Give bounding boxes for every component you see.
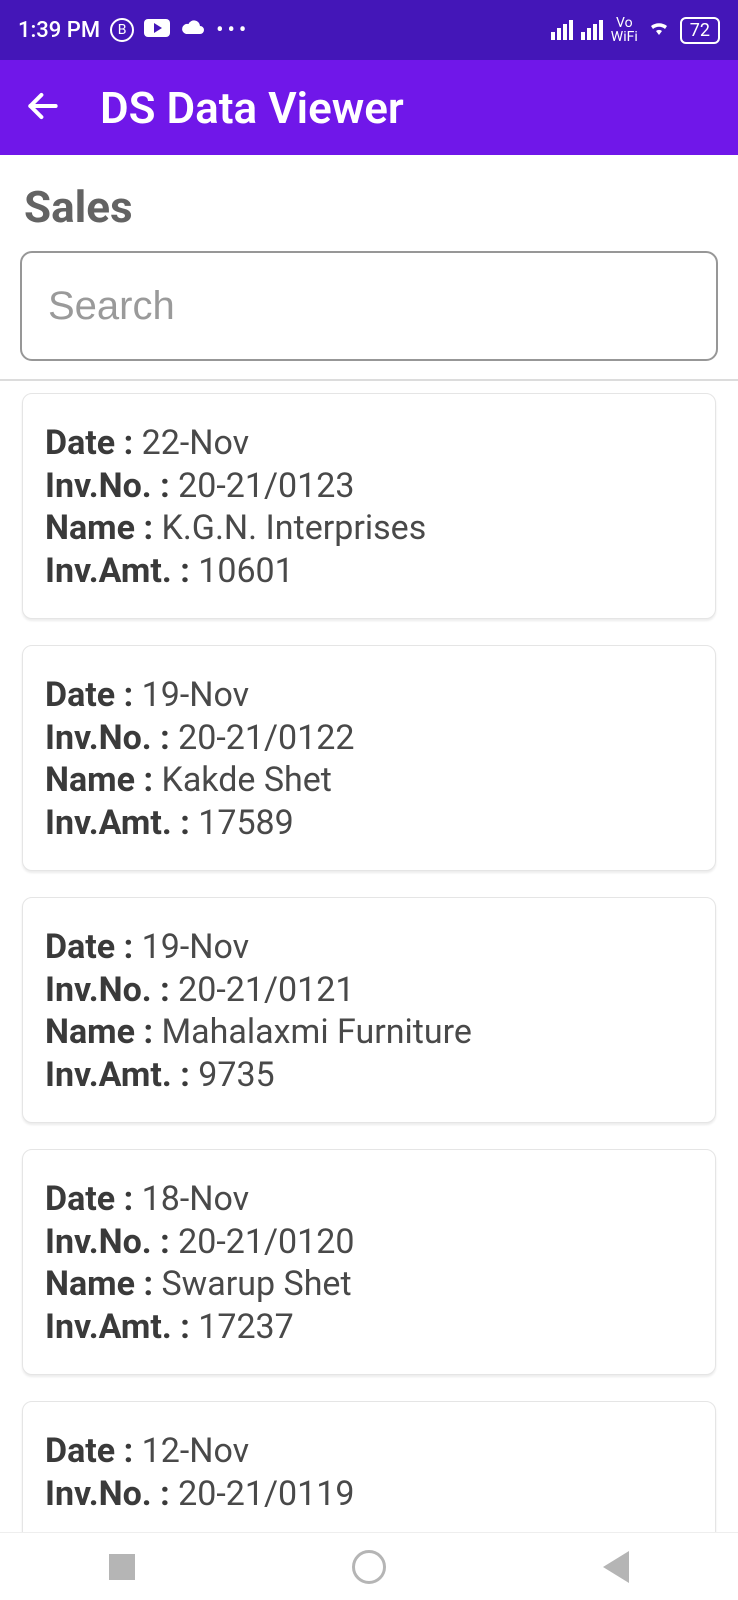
divider xyxy=(0,379,738,381)
badge-icon: B xyxy=(110,18,134,42)
search-input[interactable] xyxy=(20,251,718,361)
card-label: Name : xyxy=(45,508,161,548)
card-value: 20-21/0119 xyxy=(178,1474,354,1514)
page-title: Sales xyxy=(0,155,738,251)
card-label: Inv.Amt. : xyxy=(45,551,198,591)
status-right-cluster: Vo WiFi 72 xyxy=(551,16,720,44)
card-label: Inv.No. : xyxy=(45,1474,178,1514)
card-label: Date : xyxy=(45,1431,142,1471)
nav-bar xyxy=(0,1532,738,1600)
card-row-name: Name : Kakde Shet xyxy=(45,759,693,802)
card-label: Date : xyxy=(45,1179,142,1219)
card-row-date: Date : 18-Nov xyxy=(45,1178,693,1221)
card-row-invno: Inv.No. : 20-21/0122 xyxy=(45,717,693,760)
card-row-date: Date : 19-Nov xyxy=(45,926,693,969)
card-value: 19-Nov xyxy=(142,675,249,715)
card-row-name: Name : Mahalaxmi Furniture xyxy=(45,1011,693,1054)
card-value: 9735 xyxy=(198,1055,274,1095)
card-row-date: Date : 12-Nov xyxy=(45,1430,693,1473)
vowifi-icon: Vo WiFi xyxy=(611,16,638,44)
card-label: Inv.Amt. : xyxy=(45,1307,198,1347)
card-label: Inv.No. : xyxy=(45,718,178,758)
card-row-invamt: Inv.Amt. : 10601 xyxy=(45,550,693,593)
back-arrow-icon[interactable] xyxy=(24,87,62,129)
card-label: Inv.No. : xyxy=(45,466,178,506)
card-label: Date : xyxy=(45,675,142,715)
card-value: 12-Nov xyxy=(142,1431,249,1471)
sales-card[interactable]: Date : 12-NovInv.No. : 20-21/0119 xyxy=(22,1401,716,1542)
card-label: Inv.Amt. : xyxy=(45,803,198,843)
card-label: Date : xyxy=(45,927,142,967)
card-value: 18-Nov xyxy=(142,1179,249,1219)
card-row-invamt: Inv.Amt. : 17589 xyxy=(45,802,693,845)
card-label: Name : xyxy=(45,760,161,800)
card-value: 20-21/0120 xyxy=(178,1222,354,1262)
card-label: Name : xyxy=(45,1012,161,1052)
sales-card[interactable]: Date : 22-NovInv.No. : 20-21/0123Name : … xyxy=(22,393,716,619)
card-value: 20-21/0123 xyxy=(178,466,354,506)
nav-recent-icon[interactable] xyxy=(109,1554,135,1580)
card-row-invamt: Inv.Amt. : 17237 xyxy=(45,1306,693,1349)
card-row-name: Name : K.G.N. Interprises xyxy=(45,507,693,550)
card-value: 19-Nov xyxy=(142,927,249,967)
sales-card[interactable]: Date : 18-NovInv.No. : 20-21/0120Name : … xyxy=(22,1149,716,1375)
card-value: 20-21/0122 xyxy=(178,718,354,758)
card-value: Mahalaxmi Furniture xyxy=(161,1012,471,1052)
card-value: 22-Nov xyxy=(142,423,249,463)
nav-back-icon[interactable] xyxy=(603,1551,629,1583)
card-value: 17237 xyxy=(198,1307,294,1347)
wifi-icon xyxy=(646,17,672,43)
nav-home-icon[interactable] xyxy=(352,1550,386,1584)
app-title: DS Data Viewer xyxy=(100,82,404,134)
card-value: Kakde Shet xyxy=(161,760,331,800)
cloud-icon xyxy=(180,17,206,43)
battery-icon: 72 xyxy=(680,17,720,44)
app-bar: DS Data Viewer xyxy=(0,60,738,155)
card-row-invno: Inv.No. : 20-21/0121 xyxy=(45,969,693,1012)
card-row-invamt: Inv.Amt. : 9735 xyxy=(45,1054,693,1097)
signal-icon xyxy=(551,20,573,40)
card-value: 10601 xyxy=(198,551,294,591)
card-row-invno: Inv.No. : 20-21/0119 xyxy=(45,1473,693,1516)
signal-icon-2 xyxy=(581,20,603,40)
status-left-cluster: 1:39 PM B ••• xyxy=(18,17,250,43)
status-time: 1:39 PM xyxy=(18,18,100,43)
sales-list: Date : 22-NovInv.No. : 20-21/0123Name : … xyxy=(0,393,738,1542)
card-row-invno: Inv.No. : 20-21/0123 xyxy=(45,465,693,508)
sales-card[interactable]: Date : 19-NovInv.No. : 20-21/0122Name : … xyxy=(22,645,716,871)
more-icon: ••• xyxy=(216,18,250,43)
youtube-icon xyxy=(144,18,170,43)
card-label: Inv.Amt. : xyxy=(45,1055,198,1095)
card-label: Name : xyxy=(45,1264,161,1304)
card-label: Date : xyxy=(45,423,142,463)
card-value: 20-21/0121 xyxy=(178,970,354,1010)
card-row-date: Date : 22-Nov xyxy=(45,422,693,465)
card-label: Inv.No. : xyxy=(45,970,178,1010)
card-row-invno: Inv.No. : 20-21/0120 xyxy=(45,1221,693,1264)
sales-card[interactable]: Date : 19-NovInv.No. : 20-21/0121Name : … xyxy=(22,897,716,1123)
card-row-date: Date : 19-Nov xyxy=(45,674,693,717)
card-value: K.G.N. Interprises xyxy=(161,508,426,548)
card-label: Inv.No. : xyxy=(45,1222,178,1262)
card-row-name: Name : Swarup Shet xyxy=(45,1263,693,1306)
card-value: 17589 xyxy=(198,803,294,843)
status-bar: 1:39 PM B ••• Vo WiFi 72 xyxy=(0,0,738,60)
card-value: Swarup Shet xyxy=(161,1264,351,1304)
